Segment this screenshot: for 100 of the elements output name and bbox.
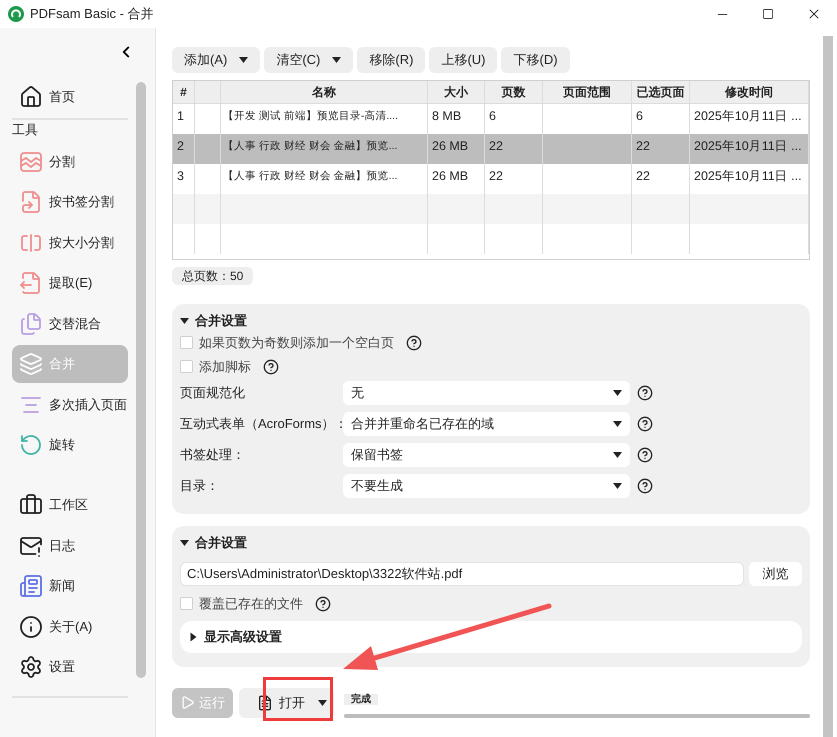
play-icon [180,695,195,710]
sidebar-item[interactable]: 按大小分割 [12,224,128,262]
table-cell: 3 [177,169,184,183]
caret-icon [180,318,189,324]
sidebar-item[interactable]: 多次插入页面 [12,386,128,424]
news-icon [19,574,43,598]
table-cell: 22 [489,169,503,183]
document-icon [257,694,273,710]
file-export-icon [19,271,43,295]
help-icon[interactable] [406,334,422,350]
dropdown-select[interactable]: 不要生成 [343,474,630,498]
dropdown-select[interactable]: 保留书签 [343,443,630,467]
table-cell: 2025年10月11日 ... [694,139,802,153]
column-header[interactable]: 已选页面 [632,81,690,103]
table-cell: 【开发 测试 前端】预览目录-高清.... [223,110,398,122]
highlight-frame [263,677,333,721]
table-cell: 22 [636,139,650,153]
caret-icon [318,700,327,706]
stacked-pages-icon [19,312,43,336]
table-cell: 【人事 行政 财经 财会 金融】预览... [223,170,398,182]
table-cell: 26 MB [432,139,468,153]
table-cell: 2 [177,139,184,153]
column-header[interactable]: 页面范围 [543,81,632,103]
section-label: 工具 [11,121,39,139]
sidebar-item[interactable]: 交替混合 [12,304,128,342]
toolbar-button[interactable]: 上移(U) [429,47,498,73]
sidebar-item[interactable]: 设置 [12,648,128,686]
field-label: 互动式表单（AcroForms）： [180,415,343,434]
column-header[interactable]: 大小 [428,81,485,103]
home-icon [19,84,43,108]
total-pages-badge: 总页数：50 [172,267,254,285]
sidebar-item[interactable]: 分割 [12,142,128,180]
caret-icon [180,540,189,546]
field-label: 目录： [180,477,220,496]
caret-icon [190,632,196,641]
rotate-icon [19,433,43,457]
checkbox-label: 覆盖已存在的文件 [199,594,303,613]
table-cell: 【人事 行政 财经 财会 金融】预览... [223,140,398,152]
column-header[interactable]: 页数 [485,81,543,103]
column-header[interactable]: # [173,81,195,103]
info-icon [19,614,43,638]
toolbar-button[interactable]: 添加(A) [172,47,260,73]
toolbar-button[interactable]: 下移(D) [501,47,570,73]
checkbox[interactable] [180,597,193,610]
caret-icon [613,452,622,458]
table-row[interactable]: 2 【人事 行政 财经 财会 金融】预览... 26 MB 22 22 2025年10月11日 ... [173,134,809,164]
sidebar-item[interactable]: 工作区 [12,486,128,524]
caret-icon [613,421,622,427]
dropdown-select[interactable]: 合并并重命名已存在的域 [343,412,630,436]
table-cell: 2025年10月11日 ... [694,169,802,183]
briefcase-icon [19,493,43,517]
sidebar-item[interactable]: 新闻 [12,567,128,605]
app-logo-icon [8,6,24,22]
field-label: 页面规范化 [180,384,246,402]
help-icon[interactable] [263,358,279,374]
table-cell: 8 MB [432,109,462,123]
toolbar-button[interactable]: 移除(R) [357,47,426,73]
wave-icon [19,150,43,174]
caret-icon [613,483,622,489]
sidebar-item[interactable]: 旋转 [12,426,128,464]
merge-pages-icon [19,352,43,376]
help-icon[interactable] [637,385,653,401]
scrollbar[interactable] [823,36,833,737]
maximize-icon[interactable] [762,8,774,20]
toolbar-button[interactable]: 清空(C) [264,47,354,73]
help-icon[interactable] [315,596,331,612]
caret-icon [613,390,622,396]
checkbox[interactable] [180,360,193,373]
output-path-field[interactable]: C:\Users\Administrator\Desktop\3322软件站.pdf [180,562,744,586]
browse-button[interactable]: 浏览 [749,562,802,586]
table-cell: 22 [636,169,650,183]
bookmark-file-icon [19,190,43,214]
sidebar-item[interactable]: 日志 [12,526,128,564]
column-header[interactable]: 名称 [221,81,428,103]
panel-header[interactable]: 合并设置 [180,312,802,330]
field-label: 书签处理： [180,446,246,464]
help-icon[interactable] [637,447,653,463]
table-cell: 2025年10月11日 ... [694,109,802,123]
table-cell: 22 [489,139,503,153]
help-icon[interactable] [637,478,653,494]
column-header[interactable]: 修改时间 [690,81,809,103]
sidebar-item[interactable]: 关于(A) [12,608,128,646]
help-icon[interactable] [637,416,653,432]
table-cell: 6 [636,109,643,123]
sidebar-item[interactable]: 按书签分割 [12,183,128,221]
window-title: PDFsam Basic - 合并 [30,5,154,24]
table-cell: 1 [177,109,184,123]
checkbox-label: 如果页数为奇数则添加一个空白页 [199,334,394,352]
checkbox[interactable] [180,336,193,349]
panel-header[interactable]: 合并设置 [180,534,802,552]
advanced-settings-toggle[interactable]: 显示高级设置 [180,620,802,652]
table-cell: 6 [489,109,496,123]
sidebar-item[interactable]: 提取(E) [12,264,128,302]
table-cell: 26 MB [432,169,468,183]
sidebar-item[interactable]: 首页 [12,78,128,116]
dropdown-select[interactable]: 无 [343,381,630,405]
checkbox-label: 添加脚标 [199,358,251,376]
status-label: 完成 [344,694,378,704]
scrollbar[interactable] [136,82,146,678]
settings-icon [19,655,43,679]
